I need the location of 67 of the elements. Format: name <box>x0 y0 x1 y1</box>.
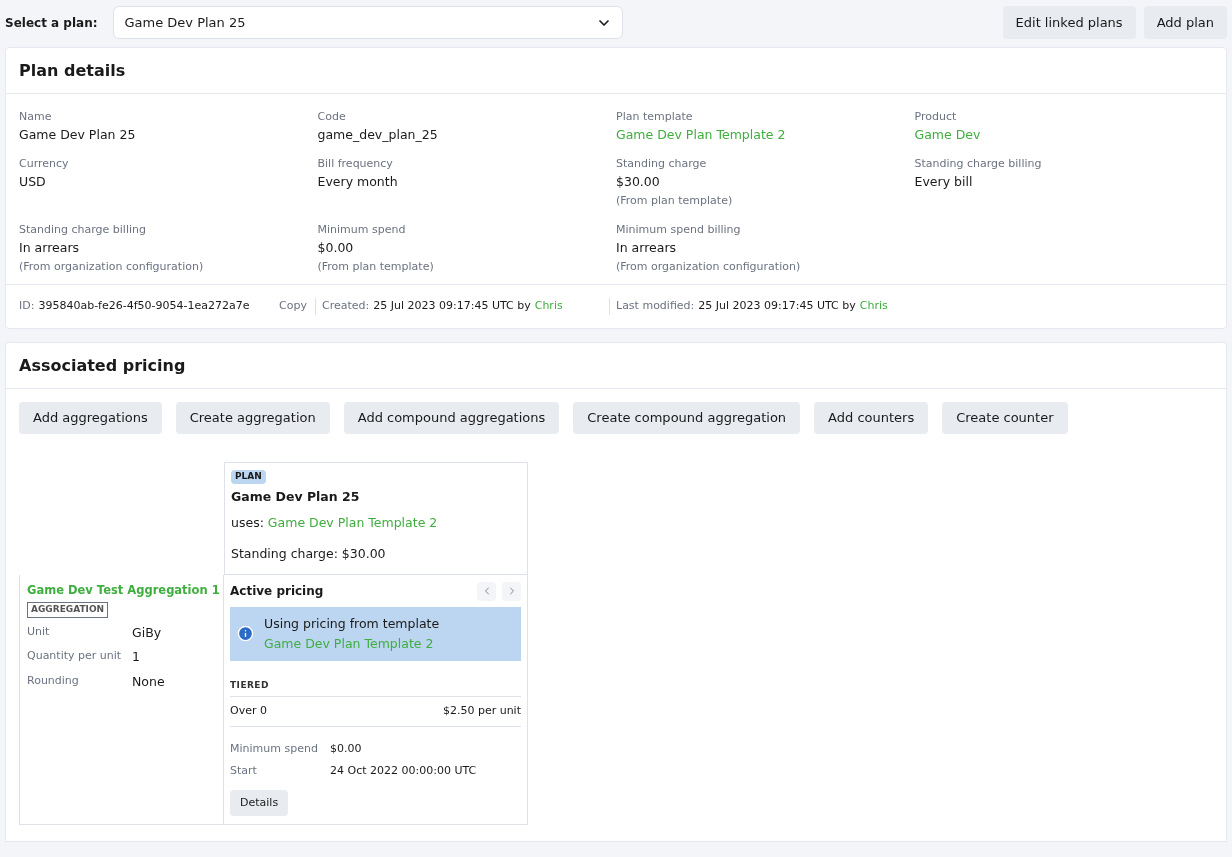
action-button[interactable]: Create compound aggregation <box>573 402 801 434</box>
card-title: Plan details <box>19 59 126 82</box>
modified-label: Last modified: <box>616 298 695 315</box>
property-value: GiBy <box>132 623 163 642</box>
field-value: In arrears <box>19 239 81 257</box>
property-value: $0.00 <box>330 740 363 757</box>
pricing-title: Active pricing <box>230 583 324 601</box>
field-value: In arrears <box>616 239 678 257</box>
field-label: Standing charge <box>616 156 708 172</box>
tier-price: $2.50 per unit <box>442 703 521 720</box>
standing-charge: Standing charge: $30.00 <box>231 545 386 563</box>
property-label: Minimum spend <box>230 740 319 757</box>
next-button[interactable] <box>502 581 521 601</box>
field-label: Minimum spend billing <box>616 222 742 238</box>
plan-name: Game Dev Plan 25 <box>231 487 360 506</box>
field-value: Every month <box>317 173 399 191</box>
field-label: Product <box>914 109 958 125</box>
header-button[interactable]: Add plan <box>1143 6 1227 39</box>
field-label: Standing charge billing <box>19 222 147 238</box>
property-value: 1 <box>132 648 141 667</box>
property-label: Unit <box>27 623 51 640</box>
field-note: (From plan template) <box>616 193 734 209</box>
field-label: Currency <box>19 156 70 172</box>
plan-badge: PLAN <box>231 470 266 484</box>
field-value: USD <box>19 173 47 191</box>
action-button[interactable]: Add compound aggregations <box>343 402 560 434</box>
property-label: Quantity per unit <box>27 648 123 665</box>
field-label: Minimum spend <box>317 222 407 238</box>
pricing-type: TIERED <box>230 678 521 698</box>
card-title: Associated pricing <box>19 354 186 377</box>
field-note: (From organization configuration) <box>616 259 802 275</box>
property-value: 24 Oct 2022 00:00:00 UTC <box>330 763 478 780</box>
copy-link[interactable]: Copy <box>279 298 315 315</box>
id-label: ID: <box>19 298 35 315</box>
property-label: Rounding <box>27 673 80 689</box>
field-label: Plan template <box>616 109 694 125</box>
field-note: (From plan template) <box>317 259 435 275</box>
plan-select-label: Select a plan: <box>5 14 98 32</box>
field-note: (From organization configuration) <box>19 259 205 275</box>
created-label: Created: <box>322 298 370 315</box>
field-value: $0.00 <box>317 239 355 257</box>
property-label: Start <box>230 763 258 780</box>
action-button[interactable]: Add aggregations <box>19 402 162 434</box>
field-value: game_dev_plan_25 <box>317 126 439 144</box>
header-button[interactable]: Edit linked plans <box>1002 6 1136 39</box>
plan-select[interactable]: Game Dev Plan 25 <box>113 6 624 39</box>
uses-label: uses: <box>231 514 264 533</box>
action-button[interactable]: Add counters <box>814 402 929 434</box>
field-label: Code <box>317 109 347 125</box>
id-value: 395840ab-fe26-4f50-9054-1ea272a7e <box>38 298 250 315</box>
field-value: Game Dev Plan 25 <box>19 126 137 144</box>
aggregation-badge: AGGREGATION <box>27 602 109 618</box>
action-button[interactable]: Create aggregation <box>175 402 330 434</box>
field-value: $30.00 <box>616 173 661 191</box>
field-label: Name <box>19 109 53 125</box>
created-value: 25 Jul 2023 09:17:45 UTC by <box>373 298 531 315</box>
modified-value: 25 Jul 2023 09:17:45 UTC by <box>698 298 856 315</box>
field-label: Bill frequency <box>317 156 394 172</box>
info-icon <box>237 625 254 643</box>
tier-range: Over 0 <box>230 703 267 720</box>
property-value: None <box>132 673 165 691</box>
details-button[interactable]: Details <box>230 789 289 816</box>
action-button[interactable]: Create counter <box>942 402 1068 434</box>
field-label: Standing charge billing <box>914 156 1043 172</box>
field-value: Every bill <box>914 173 974 191</box>
previous-button[interactable] <box>477 581 496 601</box>
info-text: Using pricing from template Game Dev Plan Template 2 <box>264 614 441 653</box>
